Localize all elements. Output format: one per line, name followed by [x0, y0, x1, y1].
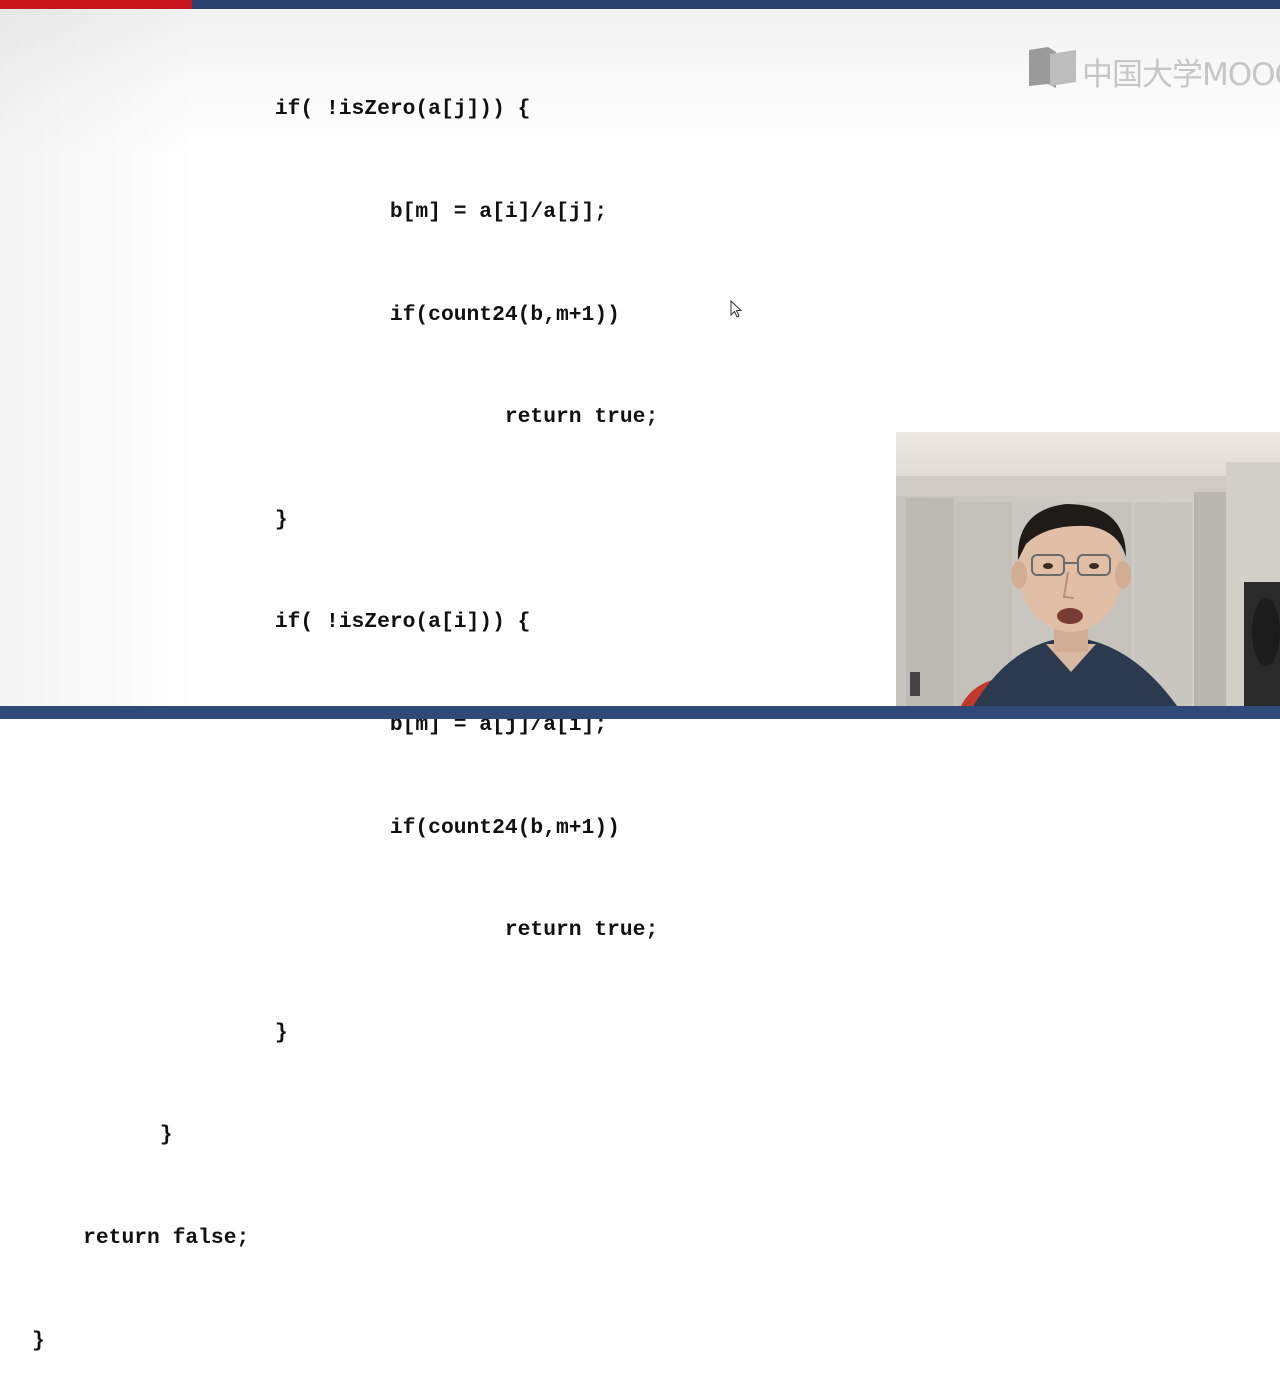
- code-line: return true;: [32, 918, 659, 943]
- code-line: if(count24(b,m+1)): [32, 815, 620, 840]
- top-accent-red-segment: [0, 0, 192, 9]
- mooc-logo-text: 中国大学MOOC: [1082, 57, 1280, 93]
- top-accent-bar: [0, 0, 1280, 9]
- mouse-cursor-icon: [730, 300, 742, 318]
- code-line: return false;: [32, 1225, 250, 1250]
- code-line: }: [32, 507, 288, 532]
- code-line: }: [32, 1020, 288, 1045]
- code-line: if( !isZero(a[i])) {: [32, 610, 531, 635]
- code-line: }: [32, 1328, 45, 1353]
- code-line: if(count24(b,m+1)): [32, 302, 620, 327]
- mooc-logo-icon: [1029, 47, 1076, 88]
- bottom-accent-bar: [0, 706, 1280, 719]
- mooc-logo: 中国大学MOOC: [1028, 46, 1280, 93]
- code-line: return true;: [32, 405, 659, 430]
- presenter-webcam: [896, 432, 1280, 719]
- code-line: b[m] = a[i]/a[j];: [32, 200, 608, 224]
- code-line: if( !isZero(a[j])) {: [32, 97, 531, 122]
- presenter-video-feed: [896, 432, 1280, 719]
- code-line: }: [32, 1123, 173, 1148]
